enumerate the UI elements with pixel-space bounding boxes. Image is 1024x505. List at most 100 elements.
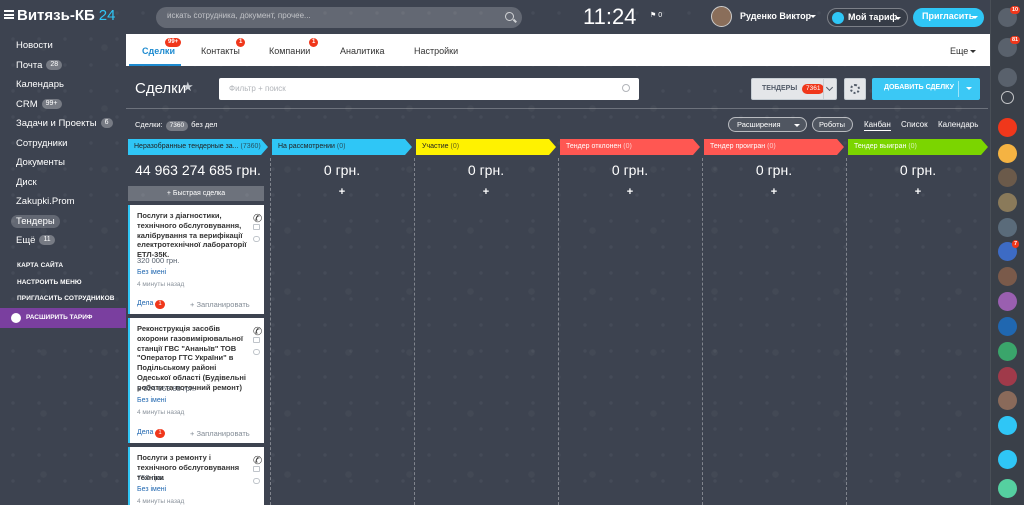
add-deal-button[interactable]: ДОБАВИТЬ СДЕЛКУ [872,78,980,100]
stage-header-review[interactable]: На рассмотрении (0) [272,139,412,155]
menu-item-zakupki[interactable]: Zakupki.Prom [0,192,126,212]
deal-activities[interactable]: Дела 1 [137,429,165,438]
contact-avatar-icon[interactable] [998,193,1017,212]
settings-button[interactable] [844,78,866,100]
deal-title[interactable]: Реконструкція засобів охорони газовимірю… [137,324,250,393]
menu-item-documents[interactable]: Документы [0,153,126,173]
contact-avatar-icon[interactable] [998,267,1017,286]
configure-menu-link[interactable]: НАСТРОИТЬ МЕНЮ [17,279,82,286]
search-icon[interactable] [505,12,514,21]
clock[interactable]: 11:24 [583,4,636,30]
global-search[interactable]: искать сотрудника, документ, прочее... [156,7,522,28]
tabs-more-button[interactable]: Еще [950,46,977,56]
tab-companies-badge: 1 [309,38,319,47]
user-avatar[interactable] [711,6,732,27]
mail-icon[interactable] [253,466,260,472]
extensions-button[interactable]: Расширения [728,117,807,132]
page-title: Сделки [135,80,187,97]
contact-avatar-icon[interactable] [998,317,1017,336]
deal-client[interactable]: Без імені [137,397,166,404]
search-icon[interactable] [1001,91,1014,104]
contact-avatar-icon[interactable] [998,144,1017,163]
deal-client[interactable]: Без імені [137,486,166,493]
contact-avatar-icon[interactable] [998,168,1017,187]
user-menu[interactable]: Руденко Виктор [740,11,816,21]
timer-icon[interactable] [998,68,1017,87]
my-tariff-button[interactable]: Мой тариф [827,8,908,27]
stage-sum-participation: 0 грн. [467,162,505,178]
menu-item-disk[interactable]: Диск [0,173,126,193]
stage-header-participation[interactable]: Участие (0) [416,139,556,155]
deal-client[interactable]: Без імені [137,269,166,276]
tab-companies[interactable]: Компании [269,46,310,56]
add-deal-participation-button[interactable]: + [416,186,556,198]
add-deal-won-button[interactable]: + [848,186,988,198]
view-list[interactable]: Список [901,120,928,129]
menu-item-employees[interactable]: Сотрудники [0,134,126,154]
mail-icon[interactable] [253,224,260,230]
chevron-down-icon[interactable] [966,87,972,90]
deals-counter: Сделки: 7360 без дел [135,120,218,131]
filter-search-input[interactable]: Фильтр + поиск [219,78,639,100]
menu-item-tasks[interactable]: Задачи и Проекты 6 [0,114,126,134]
tab-analytics[interactable]: Аналитика [340,46,385,56]
deal-title[interactable]: Послуги з діагностики, технічного обслуг… [137,211,250,260]
chat-icon[interactable] [253,236,260,242]
tab-settings[interactable]: Настройки [414,46,458,56]
deal-activities[interactable]: Дела 1 [137,300,165,309]
expand-tariff-button[interactable]: РАСШИРИТЬ ТАРИФ [0,308,126,328]
contact-avatar-icon[interactable] [998,118,1017,137]
menu-item-mail[interactable]: Почта 28 [0,56,126,76]
stage-sum-lost: 0 грн. [755,162,793,178]
chat-icon[interactable] [253,349,260,355]
stage-header-won[interactable]: Тендер выигран (0) [848,139,988,155]
contact-avatar-icon[interactable] [998,416,1017,435]
right-panel: 10 81 7 [990,0,1024,505]
open-chat-icon[interactable] [998,450,1017,469]
contact-avatar-icon[interactable] [998,292,1017,311]
stage-sum-won: 0 грн. [899,162,937,178]
deal-card[interactable]: Реконструкція засобів охорони газовимірю… [128,318,264,443]
menu-item-news[interactable]: Новости [0,36,126,56]
pipeline-selector-button[interactable]: ТЕНДЕРЫ 7361 [751,78,837,100]
phone-icon[interactable]: ✆ [253,454,262,467]
phone-icon[interactable]: ✆ [253,212,262,225]
menu-item-more[interactable]: Ещё 11 [0,231,126,251]
contact-avatar-icon[interactable] [998,342,1017,361]
menu-item-calendar[interactable]: Календарь [0,75,126,95]
phone-icon[interactable]: ✆ [253,325,262,338]
deal-card[interactable]: Послуги з діагностики, технічного обслуг… [128,205,264,314]
contact-avatar-icon[interactable] [998,391,1017,410]
add-deal-rejected-button[interactable]: + [560,186,700,198]
mail-icon[interactable] [253,337,260,343]
notifications-badge: 81 [1010,36,1021,44]
deal-plan-link[interactable]: + Запланировать [190,429,250,438]
tab-contacts[interactable]: Контакты [201,46,240,56]
phone-icon[interactable] [998,479,1017,498]
star-icon[interactable]: ★ [182,79,194,95]
contact-avatar-icon[interactable] [998,367,1017,386]
search-icon[interactable] [622,84,630,92]
deal-plan-link[interactable]: + Запланировать [190,300,250,309]
quick-deal-button[interactable]: + Быстрая сделка [128,186,264,201]
flag-counter[interactable]: ⚑ 0 [650,11,662,19]
invite-employees-link[interactable]: ПРИГЛАСИТЬ СОТРУДНИКОВ [17,295,115,302]
add-deal-review-button[interactable]: + [272,186,412,198]
portal-logo[interactable]: Витязь-КБ 24 [17,7,115,24]
add-deal-lost-button[interactable]: + [704,186,844,198]
robots-button[interactable]: Роботы [812,117,853,132]
tab-deals[interactable]: Сделки [142,46,175,56]
stage-header-unsorted[interactable]: Неразобранные тендерные за... (7360) [128,139,268,155]
invite-button[interactable]: Пригласить [913,8,984,27]
menu-item-tenders[interactable]: Тендеры [0,212,126,232]
chat-icon[interactable] [253,478,260,484]
stage-header-lost[interactable]: Тендер проигран (0) [704,139,844,155]
deal-card[interactable]: Послуги з ремонту і технічного обслугову… [128,447,264,505]
site-map-link[interactable]: КАРТА САЙТА [17,262,63,269]
contact-avatar-icon[interactable] [998,218,1017,237]
view-kanban[interactable]: Канбан [864,120,891,131]
menu-toggle-icon[interactable] [4,10,14,19]
view-calendar[interactable]: Календарь [938,120,978,129]
menu-item-crm[interactable]: CRM 99+ [0,95,126,115]
stage-header-rejected[interactable]: Тендер отклонен (0) [560,139,700,155]
